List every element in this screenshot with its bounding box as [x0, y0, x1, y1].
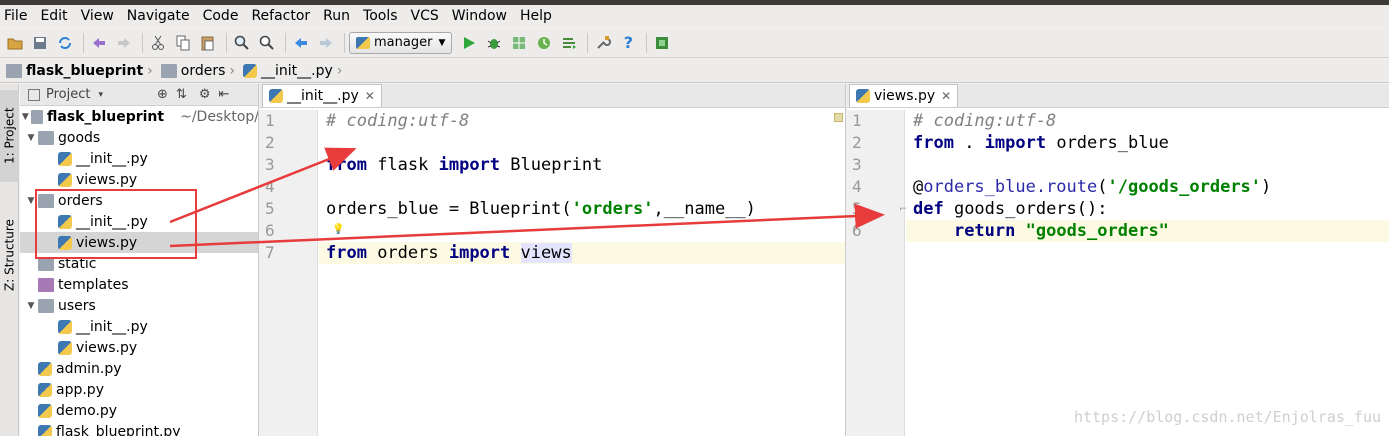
arrow-init-to-blueprint	[169, 147, 357, 224]
watermark: https://blog.csdn.net/Enjolras_fuu	[1073, 408, 1381, 426]
annotation-arrows	[169, 147, 885, 248]
arrow-views-to-route	[169, 203, 885, 248]
